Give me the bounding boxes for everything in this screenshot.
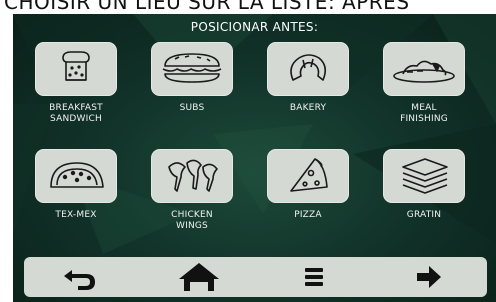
category-subs-button[interactable] bbox=[151, 42, 233, 96]
category-subs-label: SUBS bbox=[179, 103, 205, 113]
oven-touchscreen: POSICIONAR ANTES: BREAKFAST SANDWICH SUB… bbox=[13, 14, 496, 302]
category-tex-mex-button[interactable] bbox=[35, 149, 117, 203]
sub-sandwich-icon bbox=[162, 53, 222, 83]
category-pizza-label: PIZZA bbox=[294, 210, 322, 220]
screen-title: POSICIONAR ANTES: bbox=[190, 20, 319, 34]
category-breakfast-sandwich-label: BREAKFAST SANDWICH bbox=[49, 103, 103, 124]
category-breakfast-sandwich-button[interactable] bbox=[35, 42, 117, 96]
home-icon bbox=[179, 263, 219, 291]
gratin-layers-icon bbox=[402, 158, 448, 194]
category-chicken-wings-label: CHICKEN WINGS bbox=[171, 210, 213, 231]
croissant-icon bbox=[290, 54, 327, 81]
taco-icon bbox=[50, 162, 104, 188]
category-meal-finishing-label: MEAL FINISHING bbox=[400, 103, 448, 124]
menu-icon bbox=[305, 268, 323, 286]
home-button[interactable] bbox=[154, 257, 244, 297]
category-tex-mex-label: TEX-MEX bbox=[55, 210, 97, 220]
category-meal-finishing-button[interactable] bbox=[383, 42, 465, 96]
category-gratin-label: GRATIN bbox=[406, 210, 442, 220]
category-chicken-wings-button[interactable] bbox=[151, 149, 233, 203]
bottom-nav-bar bbox=[24, 257, 487, 297]
category-bakery-button[interactable] bbox=[267, 42, 349, 96]
caption-text: CHOISIR UN LIEU SUR LA LISTE: APRÈS bbox=[4, 0, 410, 14]
forward-button[interactable] bbox=[384, 257, 474, 297]
category-pizza-button[interactable] bbox=[267, 149, 349, 203]
back-arrow-icon bbox=[64, 270, 95, 290]
category-gratin-button[interactable] bbox=[383, 149, 465, 203]
back-button[interactable] bbox=[36, 257, 126, 297]
forward-arrow-icon bbox=[417, 266, 441, 288]
pizza-slice-icon bbox=[290, 158, 328, 192]
sandwich-icon bbox=[62, 51, 90, 81]
plated-meal-icon bbox=[393, 60, 455, 83]
page-caption: CHOISIR UN LIEU SUR LA LISTE: APRÈS bbox=[0, 0, 496, 14]
chicken-wings-icon bbox=[168, 159, 218, 192]
category-bakery-label: BAKERY bbox=[289, 103, 327, 113]
menu-button[interactable] bbox=[269, 257, 359, 297]
